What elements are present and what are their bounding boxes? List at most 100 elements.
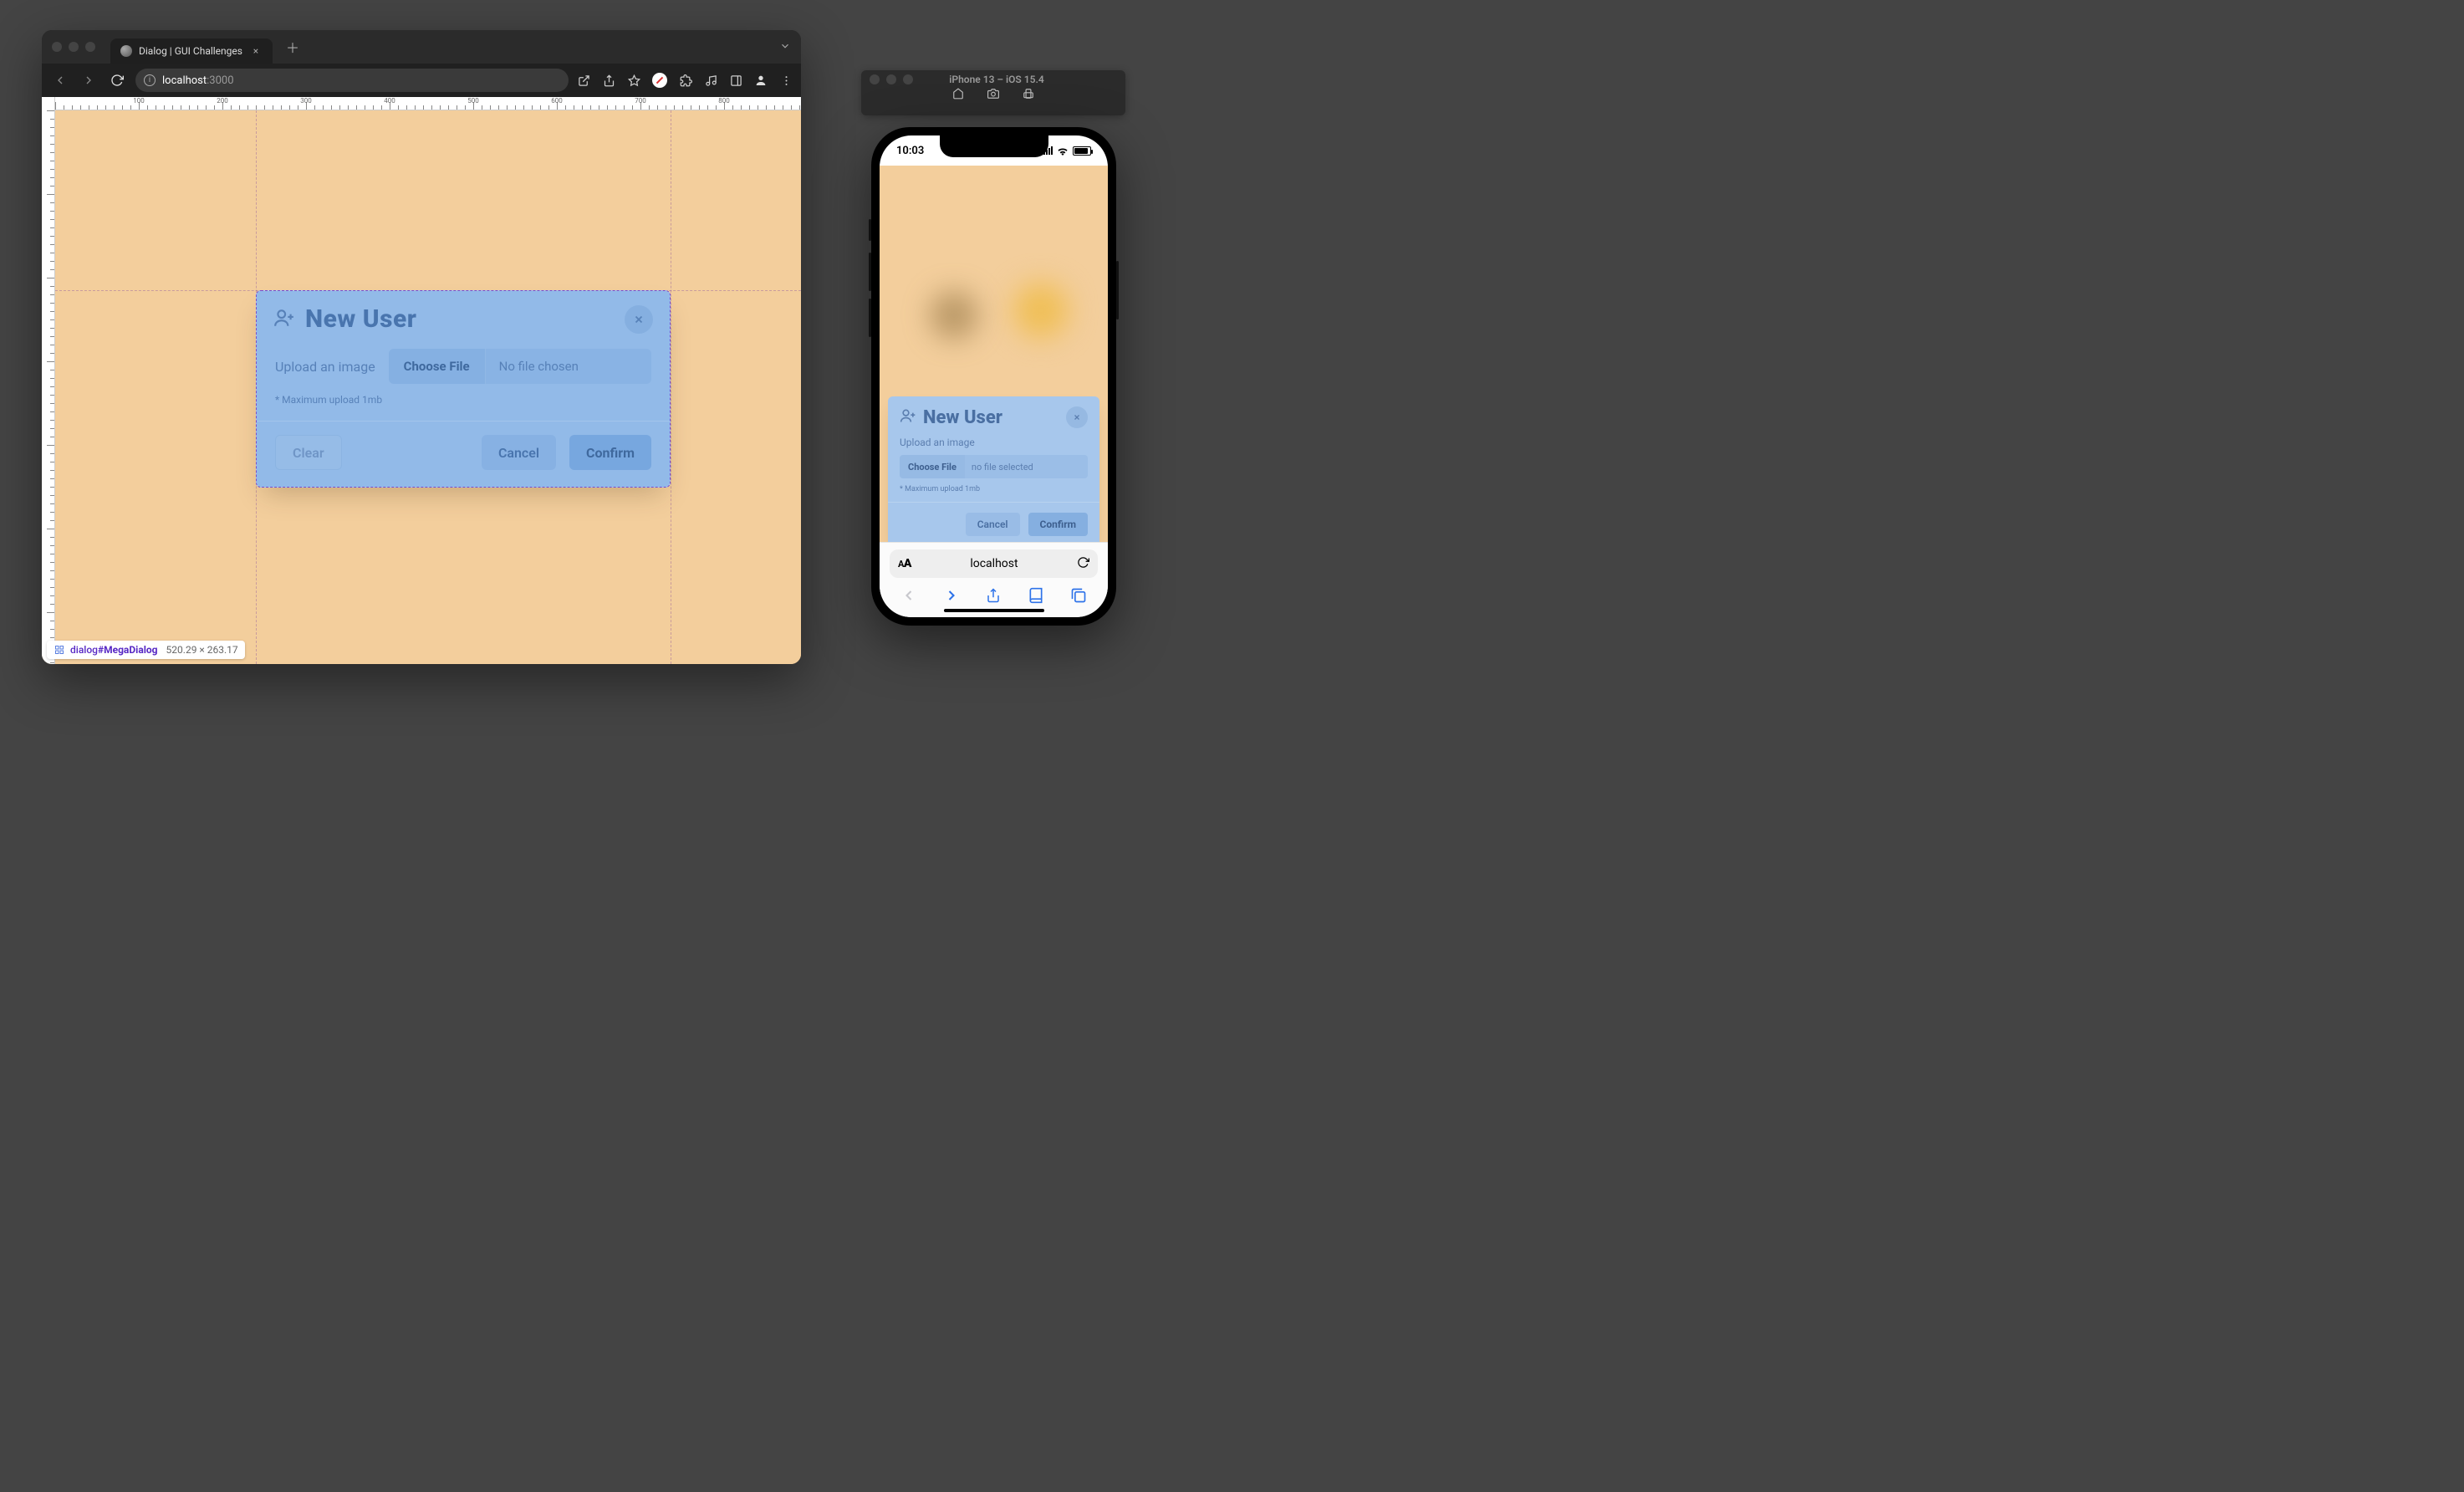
tabs-icon[interactable] <box>1069 585 1089 605</box>
cancel-button[interactable]: Cancel <box>482 435 556 470</box>
clear-button[interactable]: Clear <box>275 435 342 470</box>
reload-button[interactable] <box>107 70 127 90</box>
ruler-horizontal: 100200300400500600700800900 <box>42 97 801 110</box>
dialog-footer: Clear Cancel Confirm <box>257 421 670 487</box>
page-viewport: 100200300400500600700800900 100200300400… <box>42 97 801 664</box>
safari-toolbar <box>880 578 1108 610</box>
home-indicator[interactable] <box>944 609 1044 612</box>
confirm-button[interactable]: Confirm <box>569 435 651 470</box>
selection-id: #MegaDialog <box>98 644 158 656</box>
cancel-button[interactable]: Cancel <box>966 513 1020 536</box>
user-add-icon <box>900 407 916 427</box>
file-input[interactable]: Choose File no file selected <box>900 455 1088 478</box>
sim-home-icon[interactable] <box>952 87 964 103</box>
iphone-screen: 10:03 New User Upload an image Cho <box>880 135 1108 617</box>
minimize-window-icon[interactable] <box>886 74 896 84</box>
forward-button[interactable] <box>941 585 962 605</box>
dialog-close-button[interactable] <box>1066 406 1088 428</box>
choose-file-button[interactable]: Choose File <box>900 455 965 478</box>
zoom-window-icon[interactable] <box>85 42 95 52</box>
sidepanel-icon[interactable] <box>729 74 742 87</box>
file-input[interactable]: Choose File No file chosen <box>389 349 651 384</box>
address-bar[interactable]: i localhost:3000 <box>135 69 569 92</box>
statusbar-time: 10:03 <box>896 145 924 157</box>
zoom-window-icon[interactable] <box>903 74 913 84</box>
browser-tab[interactable]: Dialog | GUI Challenges × <box>110 38 273 64</box>
dialog-body: Upload an image Choose File no file sele… <box>888 437 1099 493</box>
close-tab-icon[interactable]: × <box>249 45 263 57</box>
volume-up-button[interactable] <box>869 253 871 291</box>
background-blur <box>930 291 978 340</box>
upload-hint: * Maximum upload 1mb <box>900 485 1088 493</box>
mute-switch[interactable] <box>869 219 871 241</box>
dialog-footer: Cancel Confirm <box>888 502 1099 542</box>
mega-dialog: New User Upload an image Choose File No … <box>256 290 671 488</box>
bookmarks-icon[interactable] <box>1026 585 1046 605</box>
dialog-header: New User <box>888 396 1099 437</box>
dialog-close-button[interactable] <box>625 305 653 334</box>
mobile-mega-dialog: New User Upload an image Choose File no … <box>888 396 1099 542</box>
safari-url: localhost <box>911 557 1077 570</box>
simulator-titlebar: iPhone 13 – iOS 15.4 <box>861 70 1125 125</box>
devtools-selection-chip: dialog#MegaDialog 520.29 × 263.17 <box>47 641 245 659</box>
tab-favicon-icon <box>120 45 132 57</box>
reader-aa-icon[interactable]: AA <box>898 557 911 570</box>
browser-titlebar: Dialog | GUI Challenges × ＋ <box>42 30 801 64</box>
dialog-title: New User <box>923 407 1002 428</box>
notch <box>940 135 1048 157</box>
tab-title: Dialog | GUI Challenges <box>139 45 242 57</box>
page-canvas: New User Upload an image Choose File No … <box>55 110 801 664</box>
reload-icon[interactable] <box>1077 556 1089 572</box>
url-host: localhost <box>162 74 207 87</box>
browser-window: Dialog | GUI Challenges × ＋ i localhost:… <box>42 30 801 664</box>
bookmark-star-icon[interactable] <box>627 74 640 87</box>
volume-down-button[interactable] <box>869 299 871 337</box>
kebab-menu-icon[interactable] <box>779 74 793 87</box>
media-icon[interactable] <box>704 74 717 87</box>
selection-tag: dialog <box>70 644 98 656</box>
open-external-icon[interactable] <box>577 74 590 87</box>
new-tab-button[interactable]: ＋ <box>283 37 303 57</box>
choose-file-button[interactable]: Choose File <box>389 349 486 384</box>
file-chosen-label: no file selected <box>965 455 1088 478</box>
file-chosen-label: No file chosen <box>486 349 651 384</box>
dialog-header: New User <box>257 291 670 345</box>
share-icon[interactable] <box>602 74 615 87</box>
url-port: :3000 <box>207 74 233 87</box>
upload-hint: * Maximum upload 1mb <box>275 394 651 406</box>
sim-screenshot-icon[interactable] <box>987 87 999 103</box>
minimize-window-icon[interactable] <box>69 42 79 52</box>
share-icon[interactable] <box>983 585 1003 605</box>
sim-traffic-lights[interactable] <box>870 74 913 84</box>
back-button[interactable] <box>899 585 919 605</box>
close-window-icon[interactable] <box>52 42 62 52</box>
safari-chrome: AA localhost <box>880 542 1108 617</box>
simulator-title: iPhone 13 – iOS 15.4 <box>913 74 1080 85</box>
ruler-vertical: 100200300400500600 <box>42 97 55 664</box>
selection-dimensions: 520.29 × 263.17 <box>166 644 238 656</box>
browser-toolbar: i localhost:3000 <box>42 64 801 97</box>
profile-avatar-icon[interactable] <box>754 74 768 87</box>
iphone-device-frame: 10:03 New User Upload an image Cho <box>871 127 1116 626</box>
wifi-icon <box>1057 146 1069 155</box>
background-blur <box>1013 283 1069 338</box>
grid-icon <box>54 644 65 656</box>
sim-rotate-icon[interactable] <box>1023 87 1034 103</box>
compass-extension-icon[interactable] <box>652 73 667 88</box>
back-button[interactable] <box>50 70 70 90</box>
safari-address-bar[interactable]: AA localhost <box>890 549 1098 578</box>
dialog-title: New User <box>305 304 416 334</box>
tabs-overflow-icon[interactable] <box>779 39 791 55</box>
upload-label: Upload an image <box>900 437 1088 448</box>
safari-page: New User Upload an image Choose File no … <box>880 166 1108 542</box>
dialog-body: Upload an image Choose File No file chos… <box>257 345 670 421</box>
close-window-icon[interactable] <box>870 74 880 84</box>
confirm-button[interactable]: Confirm <box>1028 513 1088 536</box>
power-button[interactable] <box>1116 261 1119 319</box>
window-traffic-lights[interactable] <box>52 42 95 52</box>
site-info-icon[interactable]: i <box>144 74 156 86</box>
forward-button[interactable] <box>79 70 99 90</box>
toolbar-actions <box>577 73 793 88</box>
extensions-icon[interactable] <box>679 74 692 87</box>
upload-label: Upload an image <box>275 359 375 375</box>
